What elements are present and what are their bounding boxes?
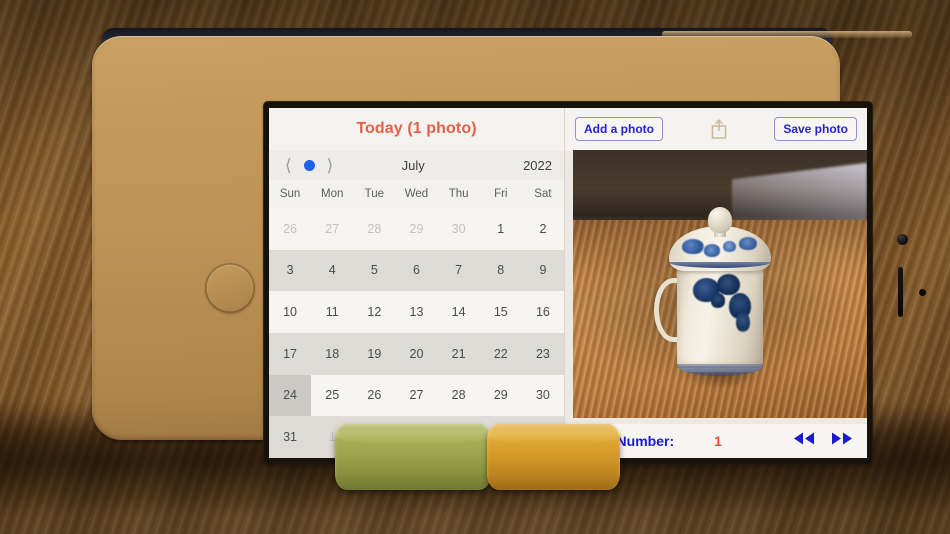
calendar-day[interactable]: 20 [395,333,438,375]
calendar-day[interactable]: 4 [311,249,354,292]
calendar-day[interactable]: 28 [437,374,480,417]
calendar-day[interactable]: 11 [311,291,354,333]
calendar-grid: 26 27 28 29 30 1 2 3 4 5 6 7 8 9 10 11 12 13 14 15 16 17 18 19 2… [269,208,564,458]
calendar-pane: Today (1 photo) ⟨ ⟩ July 2022 Sun Mon Tu… [269,108,565,458]
teacup-lid-floral-motif [703,244,720,257]
chevron-left-icon[interactable]: ⟨ [281,157,296,174]
teacup-floral-motif [710,293,726,309]
stand-piece-green [335,424,491,490]
weekday-label: Sun [279,188,301,200]
calendar-day[interactable]: 26 [269,208,312,250]
app-title-bar: Today (1 photo) [269,108,564,150]
teacup-lid-floral-motif [682,238,704,254]
screen-bezel: Today (1 photo) ⟨ ⟩ July 2022 Sun Mon Tu… [264,102,872,464]
teacup-floral-motif [736,311,750,333]
calendar-day[interactable]: 30 [521,374,564,417]
photo-toolbar: Add a photo Save photo [565,108,867,150]
teacup-lid-floral-motif [738,236,757,250]
earpiece-speaker [898,267,903,317]
calendar-day[interactable]: 13 [395,291,438,333]
calendar-day[interactable]: 26 [353,374,396,417]
calendar-day[interactable]: 27 [395,374,438,417]
calendar-day[interactable]: 17 [269,333,312,375]
save-photo-button[interactable]: Save photo [774,117,857,141]
calendar-day[interactable]: 21 [437,333,480,375]
weekday-label: Mon [321,188,344,200]
calendar-day[interactable]: 5 [353,249,396,292]
calendar-day[interactable]: 29 [395,208,438,250]
calendar-day[interactable]: 29 [479,374,522,417]
calendar-day[interactable]: 2 [521,208,564,250]
photo-image[interactable] [573,150,867,418]
weekday-header-row: Sun Mon Tue Wed Thu Fri Sat [269,180,564,208]
teacup-lid-floral-motif [722,240,737,252]
photo-stage [565,150,867,424]
teacup [652,196,787,387]
calendar-day[interactable]: 30 [437,208,480,250]
forward-double-arrow-icon [832,432,852,445]
proximity-sensor [919,289,926,296]
calendar-day[interactable]: 6 [395,249,438,292]
calendar-day[interactable]: 3 [269,249,312,292]
calendar-day[interactable]: 14 [437,291,480,333]
previous-photo-button[interactable] [793,432,815,450]
photo-number-value: 1 [714,433,722,449]
calendar-day[interactable]: 27 [311,208,354,250]
calendar-year-label: 2022 [523,157,552,173]
share-button[interactable] [673,118,764,140]
page-title: Today (1 photo) [356,120,477,137]
calendar-day[interactable]: 22 [479,333,522,375]
add-photo-button[interactable]: Add a photo [575,117,663,141]
calendar-header: ⟨ ⟩ July 2022 [269,150,564,180]
weekday-label: Thu [448,188,469,200]
phone-body: Today (1 photo) ⟨ ⟩ July 2022 Sun Mon Tu… [92,36,926,464]
calendar-day[interactable]: 9 [521,249,564,292]
calendar-day[interactable]: 19 [353,333,396,375]
calendar-day[interactable]: 1 [479,208,522,250]
weekday-label: Fri [494,188,508,200]
stand-piece-amber [487,424,620,490]
calendar-day[interactable]: 18 [311,333,354,375]
rewind-double-arrow-icon [794,432,814,445]
calendar-month-label: July [401,157,425,173]
teacup-floral-motif [717,274,741,295]
photo-pane: Add a photo Save photo Photo Number: 1 [565,108,867,458]
calendar-day[interactable]: 31 [269,416,312,458]
calendar-day[interactable]: 10 [269,291,312,333]
calendar-day[interactable]: 8 [479,249,522,292]
scene: Today (1 photo) ⟨ ⟩ July 2022 Sun Mon Tu… [0,0,950,534]
calendar-day[interactable]: 16 [521,291,564,333]
weekday-label: Wed [404,188,429,200]
calendar-day[interactable]: 28 [353,208,396,250]
calendar-day[interactable]: 7 [437,249,480,292]
weekday-label: Sat [534,188,552,200]
calendar-day[interactable]: 12 [353,291,396,333]
calendar-day[interactable]: 23 [521,333,564,375]
teacup-body [676,255,764,372]
calendar-day-selected[interactable]: 24 [269,374,312,417]
calendar-day[interactable]: 25 [311,374,354,417]
front-camera-icon [897,234,908,245]
next-photo-button[interactable] [831,432,853,450]
teacup-knob [707,206,733,234]
phone-screen: Today (1 photo) ⟨ ⟩ July 2022 Sun Mon Tu… [269,108,867,458]
home-button[interactable] [205,263,255,313]
weekday-label: Tue [364,188,385,200]
share-icon [711,119,726,139]
calendar-day[interactable]: 15 [479,291,522,333]
